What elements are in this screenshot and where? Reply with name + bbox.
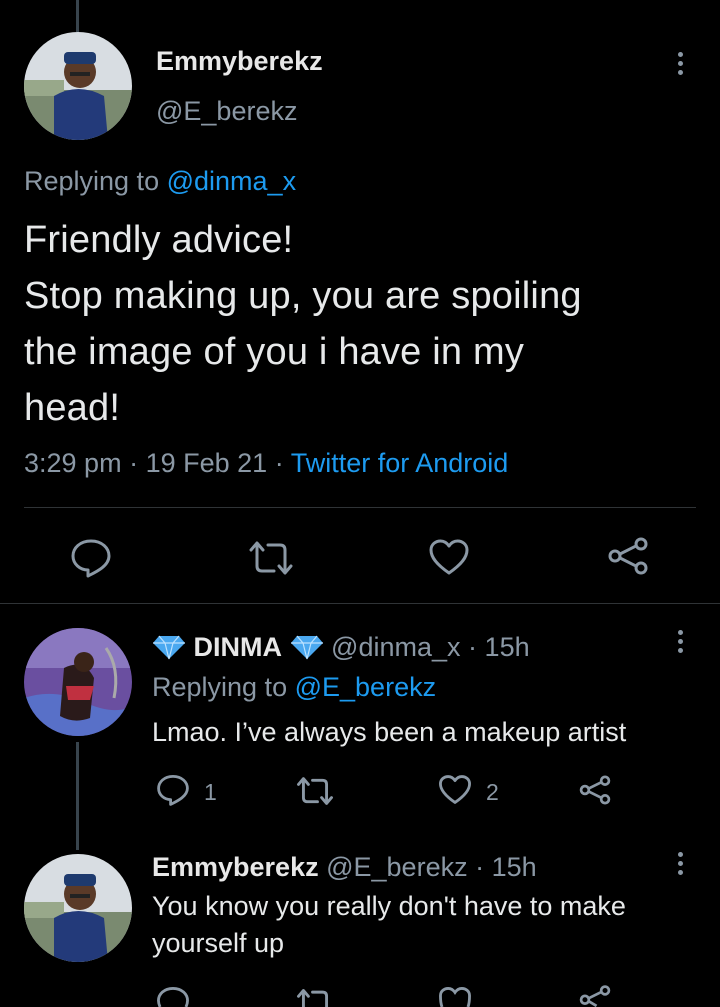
- reply-text: Lmao. I’ve always been a makeup artist: [152, 717, 627, 747]
- share-icon[interactable]: [578, 774, 612, 806]
- more-options-icon[interactable]: [676, 52, 684, 75]
- thread-line-top: [76, 0, 79, 32]
- more-options-icon[interactable]: [676, 852, 684, 875]
- author-name[interactable]: Emmyberekz: [156, 46, 323, 77]
- tweet-text: Friendly advice! Stop making up, you are…: [24, 212, 704, 436]
- comment-bubble-icon[interactable]: [156, 986, 190, 1007]
- replying-to: Replying to @dinma_x: [24, 166, 296, 197]
- tweet-line: Stop making up, you are spoiling: [24, 275, 582, 317]
- replying-to-link[interactable]: @E_berekz: [295, 672, 436, 702]
- retweet-icon[interactable]: [296, 988, 334, 1007]
- retweet-icon[interactable]: [296, 776, 334, 806]
- author-name[interactable]: Emmyberekz: [152, 852, 319, 882]
- blue-diamond-icon: [153, 635, 185, 660]
- replying-prefix: Replying to: [152, 672, 288, 702]
- tweet-age: 15h: [484, 632, 530, 662]
- tweet-source-link[interactable]: Twitter for Android: [291, 448, 509, 478]
- retweet-icon[interactable]: [248, 540, 294, 576]
- like-count: 2: [486, 779, 499, 805]
- avatar[interactable]: [24, 32, 132, 140]
- separator: ·: [475, 852, 485, 882]
- share-icon[interactable]: [578, 984, 612, 1007]
- reply-text: You know you really don't have to make y…: [152, 888, 626, 962]
- reply-header: Emmyberekz @E_berekz · 15h: [152, 852, 537, 883]
- tweet-meta: 3:29 pm · 19 Feb 21 · Twitter for Androi…: [24, 448, 508, 479]
- tweet-line: the image of you i have in my: [24, 331, 525, 373]
- reply-line: yourself up: [152, 928, 285, 958]
- heart-icon[interactable]: [438, 986, 472, 1007]
- tweet-date: 19 Feb 21: [145, 448, 268, 478]
- author-handle[interactable]: @E_berekz: [326, 852, 467, 882]
- thread-line: [76, 742, 79, 850]
- replying-to-link[interactable]: @dinma_x: [167, 166, 296, 196]
- author-handle[interactable]: @E_berekz: [156, 96, 297, 127]
- tweet-line: head!: [24, 387, 121, 429]
- blue-diamond-icon: [290, 635, 323, 660]
- tweet-age: 15h: [491, 852, 537, 882]
- reply-count: 1: [204, 779, 217, 805]
- tweet-time: 3:29 pm: [24, 448, 122, 478]
- reply-header: DINMA @dinma_x · 15h: [152, 632, 530, 663]
- more-options-icon[interactable]: [676, 630, 684, 653]
- comment-bubble-icon[interactable]: [156, 774, 190, 806]
- author-name[interactable]: DINMA: [194, 632, 283, 662]
- tweet-line: Friendly advice!: [24, 219, 294, 261]
- author-handle[interactable]: @dinma_x: [331, 632, 460, 662]
- replying-prefix: Replying to: [24, 166, 160, 196]
- replying-to: Replying to @E_berekz: [152, 672, 436, 703]
- avatar[interactable]: [24, 854, 132, 962]
- separator: ·: [274, 448, 284, 478]
- divider: [0, 603, 720, 604]
- reply-line: You know you really don't have to make: [152, 891, 626, 921]
- heart-icon[interactable]: [428, 538, 470, 576]
- heart-icon[interactable]: [438, 774, 472, 805]
- share-icon[interactable]: [606, 536, 650, 576]
- avatar[interactable]: [24, 628, 132, 736]
- separator: ·: [468, 632, 478, 662]
- divider: [24, 507, 696, 508]
- separator: ·: [129, 448, 139, 478]
- comment-bubble-icon[interactable]: [70, 538, 112, 578]
